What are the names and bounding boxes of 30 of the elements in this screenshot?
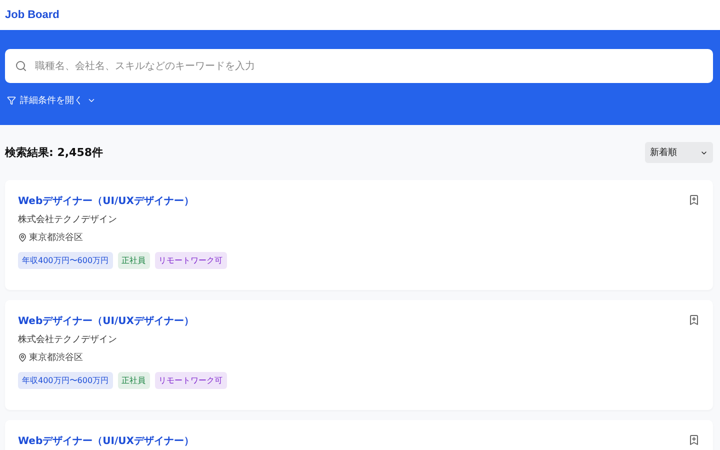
- results-count: 検索結果: 2,458件: [5, 145, 104, 160]
- pin-icon: [18, 353, 27, 362]
- filter-icon: [7, 96, 16, 105]
- job-tag: 正社員: [118, 372, 150, 389]
- bookmark-button[interactable]: [688, 194, 700, 208]
- job-tag: リモートワーク可: [154, 252, 227, 269]
- search-bar[interactable]: 職種名、会社名、スキルなどのキーワードを入力: [5, 49, 713, 83]
- job-tag: 正社員: [118, 252, 150, 269]
- job-tag: 年収400万円〜600万円: [18, 372, 113, 389]
- app-title: Job Board: [5, 9, 60, 21]
- chevron-icon: [87, 96, 96, 105]
- pin-icon: [18, 233, 27, 242]
- job-title-link[interactable]: Webデザイナー（UI/UXデザイナー）: [18, 194, 227, 208]
- location-text: 東京都渋谷区: [29, 232, 83, 244]
- company-name: 株式会社テクノデザイン: [18, 334, 118, 346]
- job-title-link[interactable]: Webデザイナー（UI/UXデザイナー）: [18, 314, 227, 328]
- job-tag: リモートワーク可: [154, 372, 227, 389]
- bookmark-icon: [688, 194, 700, 206]
- search-icon: [15, 60, 27, 72]
- sort-select[interactable]: 新着順: [645, 142, 713, 163]
- bookmark-button[interactable]: [688, 314, 700, 328]
- bookmark-button[interactable]: [688, 434, 700, 448]
- company-name: 株式会社テクノデザイン: [18, 214, 118, 226]
- bookmark-icon: [688, 434, 700, 446]
- location-text: 東京都渋谷区: [29, 352, 83, 364]
- job-tag: 年収400万円〜600万円: [18, 252, 113, 269]
- bookmark-icon: [688, 314, 700, 326]
- filter-toggle[interactable]: 詳細条件を開く: [5, 94, 98, 107]
- search-field[interactable]: 職種名、会社名、スキルなどのキーワードを入力: [33, 60, 703, 72]
- job-title-link[interactable]: Webデザイナー（UI/UXデザイナー）: [18, 434, 194, 448]
